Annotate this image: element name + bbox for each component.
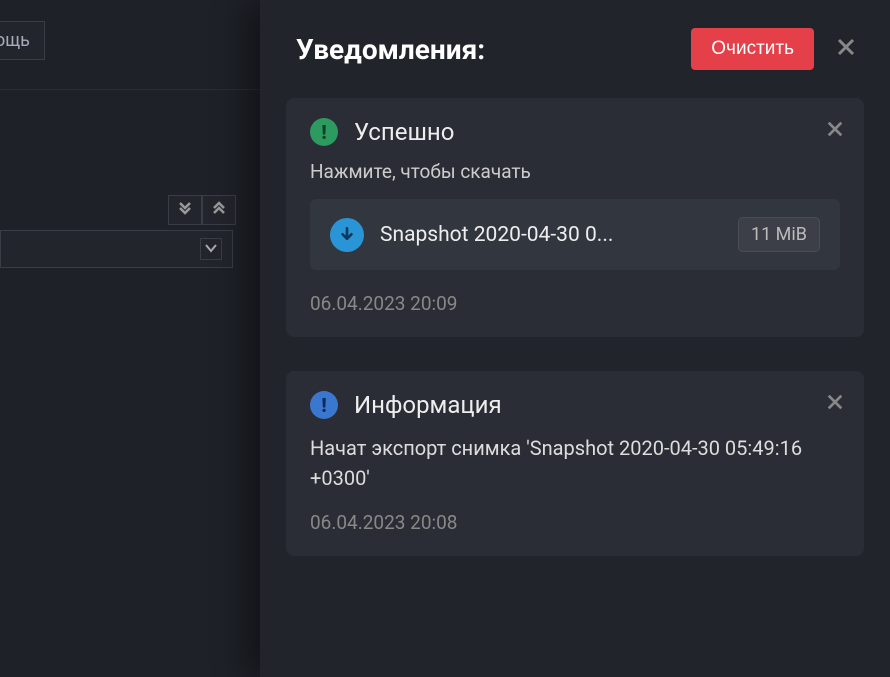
close-icon xyxy=(826,393,844,411)
notifications-list: ! Успешно Нажмите, чтобы скачать Snapsho… xyxy=(260,98,890,556)
card-title: Информация xyxy=(354,391,502,419)
expand-up-button[interactable] xyxy=(202,195,236,225)
card-header: ! Успешно xyxy=(310,118,840,146)
background-area: ощь xyxy=(0,0,260,677)
notification-card-info: ! Информация Начат экспорт снимка 'Snaps… xyxy=(286,371,864,556)
expand-down-button[interactable] xyxy=(168,195,202,225)
panel-title: Уведомления: xyxy=(296,33,673,66)
info-icon: ! xyxy=(310,391,338,419)
card-subtitle: Нажмите, чтобы скачать xyxy=(310,160,840,183)
card-timestamp: 06.04.2023 20:09 xyxy=(310,292,840,315)
dismiss-notification-button[interactable] xyxy=(826,116,844,144)
clear-button[interactable]: Очистить xyxy=(691,28,814,70)
close-icon xyxy=(836,37,856,57)
panel-header: Уведомления: Очистить xyxy=(260,0,890,98)
double-chevron-down-icon xyxy=(177,200,193,216)
bg-controls xyxy=(168,195,260,225)
success-icon: ! xyxy=(310,118,338,146)
card-body: Начат экспорт снимка 'Snapshot 2020-04-3… xyxy=(310,433,840,493)
notification-card-success: ! Успешно Нажмите, чтобы скачать Snapsho… xyxy=(286,98,864,337)
download-filename: Snapshot 2020-04-30 0... xyxy=(380,223,722,247)
card-header: ! Информация xyxy=(310,391,840,419)
close-icon xyxy=(826,120,844,138)
download-icon xyxy=(330,218,364,252)
notifications-panel: Уведомления: Очистить ! Успешно Нажмите,… xyxy=(260,0,890,677)
help-button-partial[interactable]: ощь xyxy=(0,21,45,60)
card-timestamp: 06.04.2023 20:08 xyxy=(310,511,840,534)
bg-top-bar: ощь xyxy=(0,0,260,90)
dismiss-notification-button[interactable] xyxy=(826,389,844,417)
bg-dropdown[interactable] xyxy=(0,230,233,268)
download-size-badge: 11 MiB xyxy=(738,217,820,252)
card-title: Успешно xyxy=(354,118,454,146)
close-panel-button[interactable] xyxy=(832,30,860,68)
download-item[interactable]: Snapshot 2020-04-30 0... 11 MiB xyxy=(310,199,840,270)
double-chevron-up-icon xyxy=(211,200,227,216)
chevron-down-icon xyxy=(200,238,222,260)
